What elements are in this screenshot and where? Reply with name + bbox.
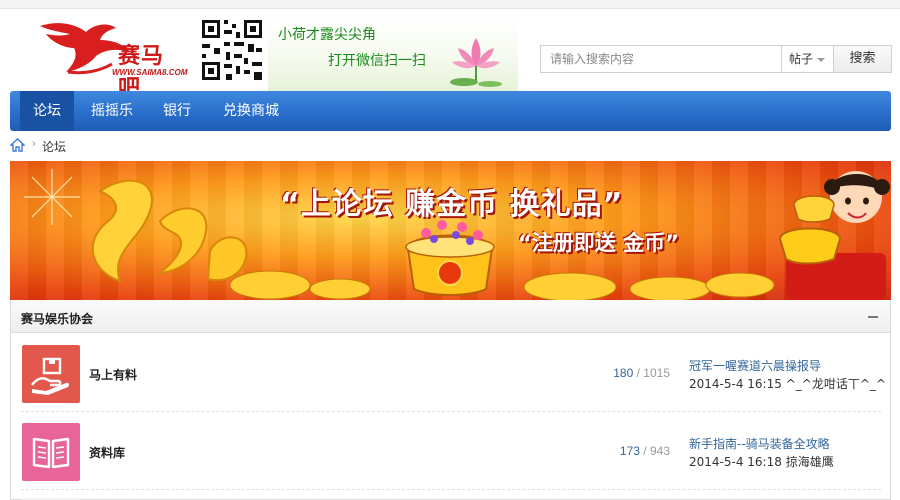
forum-section: 赛马娱乐协会 马上有料 180 / 1015 冠军一喔赛道六晨操报导 2014-… (10, 300, 891, 500)
logo-url: WWW.SAIMA8.COM (112, 68, 188, 77)
search-button[interactable]: 搜索 (834, 45, 892, 73)
thread-count: 173 (619, 444, 640, 458)
search-input[interactable]: 请输入搜索内容 (540, 45, 782, 73)
search-bar: 请输入搜索内容 帖子 搜索 (540, 45, 892, 73)
thread-count: 180 (613, 366, 634, 380)
last-post-title[interactable]: 新手指南--骑马装备全攻略 (689, 435, 830, 452)
promo-banner[interactable]: “上论坛 赚金币 换礼品” “注册即送 金币” (10, 161, 891, 300)
main-nav: 论坛 摇摇乐 银行 兑换商城 (10, 91, 891, 131)
qr-promo-banner: 小荷才露尖尖角 打开微信扫一扫 (268, 14, 518, 92)
top-strip (0, 0, 900, 9)
last-post-meta: 2014-5-4 16:18 掠海雄鹰 (689, 453, 834, 470)
nav-item-forum[interactable]: 论坛 (20, 91, 74, 131)
post-count: 943 (649, 444, 670, 458)
forum-row (11, 490, 890, 500)
forum-name[interactable]: 马上有料 (89, 366, 137, 383)
wechat-qr-code (200, 18, 264, 82)
home-icon[interactable] (10, 138, 25, 152)
stats-separator: / (643, 444, 650, 458)
breadcrumb-separator: › (32, 138, 36, 150)
forum-row: 资料库 173 / 943 新手指南--骑马装备全攻略 2014-5-4 16:… (11, 412, 890, 490)
forum-name[interactable]: 资料库 (89, 444, 125, 461)
chevron-down-icon (817, 58, 825, 62)
header: 赛马吧 WWW.SAIMA8.COM 小荷才露尖尖角 打开微信扫一扫 请输入搜索… (0, 10, 900, 101)
forum-stats: 173 / 943 (620, 444, 670, 458)
hand-box-icon[interactable] (22, 345, 80, 403)
open-book-icon[interactable] (22, 423, 80, 481)
promo-line-2: 打开微信扫一扫 (328, 53, 426, 69)
last-post-time: 2014-5-4 16:18 (689, 455, 782, 469)
post-count: 1015 (643, 366, 670, 380)
section-title[interactable]: 赛马娱乐协会 (21, 310, 93, 327)
lotus-icon (450, 38, 502, 87)
last-post-user[interactable]: 掠海雄鹰 (786, 455, 834, 469)
search-type-label: 帖子 (789, 52, 814, 66)
search-type-select[interactable]: 帖子 (782, 45, 834, 73)
promo-line-1: 小荷才露尖尖角 (278, 27, 376, 43)
last-post-title[interactable]: 冠军一喔赛道六晨操报导 (689, 357, 821, 374)
forum-stats: 180 / 1015 (613, 366, 670, 380)
banner-headline: “上论坛 赚金币 换礼品” (280, 187, 624, 222)
forum-row: 马上有料 180 / 1015 冠军一喔赛道六晨操报导 2014-5-4 16:… (11, 334, 890, 412)
section-header: 赛马娱乐协会 (11, 300, 890, 333)
open-book-glyph (32, 437, 70, 469)
last-post-time: 2014-5-4 16:15 (689, 377, 782, 391)
collapse-icon[interactable] (868, 316, 878, 318)
qr-code-icon (200, 18, 264, 82)
site-logo[interactable]: 赛马吧 WWW.SAIMA8.COM (38, 18, 187, 101)
nav-item-shop[interactable]: 兑换商城 (212, 91, 290, 131)
hand-box-glyph (31, 357, 70, 395)
nav-item-bank[interactable]: 银行 (152, 91, 202, 131)
banner-subline: “注册即送 金币” (518, 231, 679, 255)
last-post-meta: 2014-5-4 16:15 ^_^龙咁话丅^_^ (689, 375, 886, 392)
nav-item-shake[interactable]: 摇摇乐 (82, 91, 142, 131)
last-post-user[interactable]: ^_^龙咁话丅^_^ (786, 377, 886, 391)
breadcrumb-current[interactable]: 论坛 (42, 138, 66, 155)
breadcrumb: › 论坛 (10, 137, 310, 155)
